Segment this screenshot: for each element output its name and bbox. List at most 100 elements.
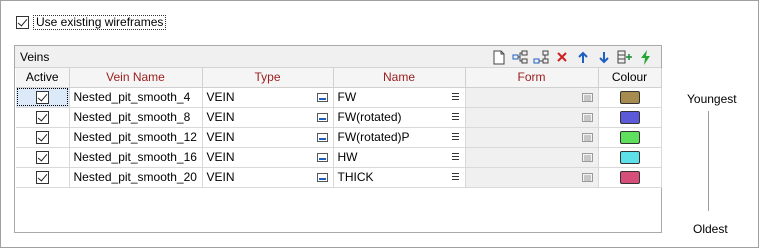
active-checkbox-icon[interactable]: [35, 151, 49, 165]
vein-name-text: Nested_pit_smooth_4: [73, 90, 191, 104]
run-icon[interactable]: [637, 48, 655, 66]
active-cell[interactable]: [16, 147, 70, 168]
type-cell[interactable]: VEIN: [202, 127, 334, 148]
form-editor-icon[interactable]: [581, 132, 593, 142]
vein-name-cell[interactable]: Nested_pit_smooth_16: [69, 147, 203, 168]
move-down-icon[interactable]: [595, 48, 613, 66]
type-picker-icon[interactable]: [316, 132, 328, 142]
name-text: HW: [337, 150, 358, 164]
active-checkbox-icon[interactable]: [35, 131, 49, 145]
colour-cell[interactable]: [598, 147, 662, 168]
vein-name-text: Nested_pit_smooth_20: [73, 170, 197, 184]
vein-name-cell[interactable]: Nested_pit_smooth_12: [69, 127, 203, 148]
name-text: FW: [337, 90, 357, 104]
type-cell[interactable]: VEIN: [202, 107, 334, 128]
age-order-line: [708, 111, 709, 211]
type-picker-icon[interactable]: [316, 172, 328, 182]
active-checkbox-icon[interactable]: [35, 91, 49, 105]
form-editor-icon[interactable]: [581, 92, 593, 102]
append-icon[interactable]: [616, 48, 634, 66]
column-header-name[interactable]: Name: [333, 68, 466, 88]
table-header-row: Active Vein Name Type Name Form Colour: [16, 68, 662, 88]
type-cell[interactable]: VEIN: [202, 87, 334, 108]
legend-oldest-label: Oldest: [693, 222, 728, 236]
form-cell[interactable]: [465, 127, 599, 148]
name-cell[interactable]: FW: [333, 87, 466, 108]
veins-toolbar: [490, 48, 655, 66]
name-text: FW(rotated): [337, 110, 402, 124]
type-text: VEIN: [206, 110, 235, 124]
type-picker-icon[interactable]: [316, 152, 328, 162]
vein-name-text: Nested_pit_smooth_12: [73, 130, 197, 144]
legend-youngest-label: Youngest: [687, 92, 737, 106]
active-cell[interactable]: [16, 107, 70, 128]
column-header-vein-name[interactable]: Vein Name: [69, 68, 203, 88]
colour-cell[interactable]: [598, 167, 662, 188]
form-editor-icon[interactable]: [581, 152, 593, 162]
window-frame: Use existing wireframes Veins Active Vei…: [0, 0, 759, 248]
vein-name-text: Nested_pit_smooth_8: [73, 110, 191, 124]
name-cell[interactable]: FW(rotated): [333, 107, 466, 128]
colour-swatch[interactable]: [619, 171, 640, 185]
name-cell[interactable]: FW(rotated)P: [333, 127, 466, 148]
form-cell[interactable]: [465, 87, 599, 108]
type-picker-icon[interactable]: [316, 92, 328, 102]
active-checkbox-icon[interactable]: [35, 111, 49, 125]
type-text: VEIN: [206, 170, 235, 184]
checkbox-checked-icon[interactable]: [16, 16, 29, 29]
add-row-icon[interactable]: [511, 48, 529, 66]
active-cell[interactable]: [16, 127, 70, 148]
column-header-active[interactable]: Active: [16, 68, 70, 88]
name-cell[interactable]: THICK: [333, 167, 466, 188]
name-list-icon[interactable]: [451, 172, 459, 182]
use-existing-wireframes-checkbox[interactable]: Use existing wireframes: [16, 15, 167, 30]
colour-cell[interactable]: [598, 127, 662, 148]
type-picker-icon[interactable]: [316, 112, 328, 122]
move-up-icon[interactable]: [574, 48, 592, 66]
active-cell[interactable]: [16, 87, 70, 108]
name-text: THICK: [337, 170, 374, 184]
column-header-type[interactable]: Type: [202, 68, 334, 88]
colour-swatch[interactable]: [619, 91, 640, 105]
table-row[interactable]: Nested_pit_smooth_8 VEIN FW(rotated): [16, 107, 662, 128]
name-list-icon[interactable]: [451, 92, 459, 102]
column-header-form[interactable]: Form: [465, 68, 599, 88]
veins-panel: Veins Active Vein Name Type Name Form Co…: [14, 45, 662, 233]
vein-name-cell[interactable]: Nested_pit_smooth_8: [69, 107, 203, 128]
colour-swatch[interactable]: [619, 131, 640, 145]
name-list-icon[interactable]: [451, 132, 459, 142]
form-editor-icon[interactable]: [581, 112, 593, 122]
vein-name-cell[interactable]: Nested_pit_smooth_4: [69, 87, 203, 108]
type-cell[interactable]: VEIN: [202, 147, 334, 168]
colour-cell[interactable]: [598, 107, 662, 128]
table-row[interactable]: Nested_pit_smooth_16 VEIN HW: [16, 147, 662, 168]
colour-cell[interactable]: [598, 87, 662, 108]
colour-swatch[interactable]: [619, 111, 640, 125]
type-text: VEIN: [206, 90, 235, 104]
veins-panel-header: Veins: [15, 46, 661, 68]
use-existing-wireframes-label[interactable]: Use existing wireframes: [33, 15, 167, 30]
form-editor-icon[interactable]: [581, 172, 593, 182]
vein-name-cell[interactable]: Nested_pit_smooth_20: [69, 167, 203, 188]
new-file-icon[interactable]: [490, 48, 508, 66]
form-cell[interactable]: [465, 147, 599, 168]
name-text: FW(rotated)P: [337, 130, 410, 144]
table-row[interactable]: Nested_pit_smooth_4 VEIN FW: [16, 87, 662, 108]
table-row[interactable]: Nested_pit_smooth_20 VEIN THICK: [16, 167, 662, 188]
active-checkbox-icon[interactable]: [35, 171, 49, 185]
column-header-colour[interactable]: Colour: [598, 68, 662, 88]
veins-panel-title: Veins: [20, 50, 50, 64]
name-cell[interactable]: HW: [333, 147, 466, 168]
delete-icon[interactable]: [553, 48, 571, 66]
name-list-icon[interactable]: [451, 152, 459, 162]
type-text: VEIN: [206, 130, 235, 144]
type-text: VEIN: [206, 150, 235, 164]
table-row[interactable]: Nested_pit_smooth_12 VEIN FW(rotated)P: [16, 127, 662, 148]
insert-row-icon[interactable]: [532, 48, 550, 66]
colour-swatch[interactable]: [619, 151, 640, 165]
form-cell[interactable]: [465, 167, 599, 188]
type-cell[interactable]: VEIN: [202, 167, 334, 188]
form-cell[interactable]: [465, 107, 599, 128]
name-list-icon[interactable]: [451, 112, 459, 122]
active-cell[interactable]: [16, 167, 70, 188]
